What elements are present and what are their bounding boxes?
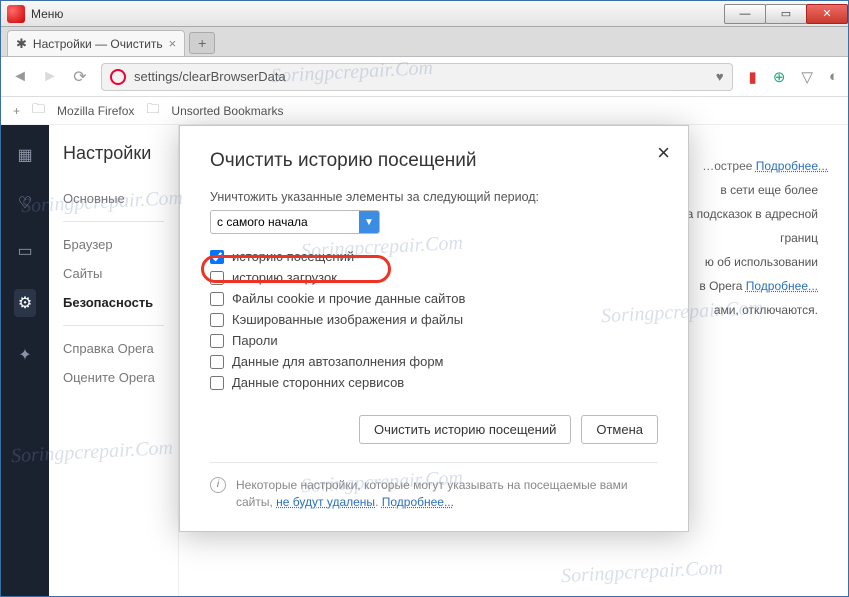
shield-icon[interactable]: ▽ bbox=[801, 68, 813, 86]
sidebar-item-security[interactable]: Безопасность bbox=[63, 288, 164, 317]
chk-passwords[interactable] bbox=[210, 334, 224, 348]
more-link[interactable]: Подробнее... bbox=[756, 159, 828, 173]
chevron-down-icon: ▼ bbox=[359, 211, 379, 233]
chk-history[interactable] bbox=[210, 250, 224, 264]
opera-o-icon bbox=[110, 69, 126, 85]
speed-dial-icon[interactable]: ▦ bbox=[17, 145, 32, 165]
sidebar-item-browser[interactable]: Браузер bbox=[63, 230, 164, 259]
window-titlebar: Меню — ▭ ✕ bbox=[1, 1, 848, 27]
sidebar-item-sites[interactable]: Сайты bbox=[63, 259, 164, 288]
info-icon: i bbox=[210, 477, 226, 493]
dialog-close-icon[interactable]: × bbox=[657, 140, 670, 166]
url-text: settings/clearBrowserData bbox=[134, 69, 286, 84]
extensions-icon[interactable]: ✦ bbox=[18, 345, 31, 365]
settings-sidebar: Настройки Основные Браузер Сайты Безопас… bbox=[49, 125, 179, 596]
chk-label: Кэшированные изображения и файлы bbox=[232, 312, 463, 327]
chk-label: Файлы cookie и прочие данные сайтов bbox=[232, 291, 465, 306]
chk-thirdparty[interactable] bbox=[210, 376, 224, 390]
folder-icon: 🗀 bbox=[146, 100, 159, 122]
chk-label: Пароли bbox=[232, 333, 278, 348]
sidebar-item-help[interactable]: Справка Opera bbox=[63, 334, 164, 363]
forward-icon[interactable]: ► bbox=[41, 68, 59, 86]
settings-rail-icon[interactable]: ⚙ bbox=[14, 289, 36, 317]
chk-cache[interactable] bbox=[210, 313, 224, 327]
sidebar-title: Настройки bbox=[63, 143, 164, 164]
more-link[interactable]: Подробнее... bbox=[746, 279, 818, 293]
opera-logo-icon bbox=[7, 5, 25, 23]
vpn-globe-icon[interactable]: ⊕ bbox=[773, 68, 786, 86]
back-icon[interactable]: ◄ bbox=[11, 68, 29, 86]
bookmark-folder[interactable]: Mozilla Firefox bbox=[57, 104, 134, 118]
dialog-title: Очистить историю посещений bbox=[210, 150, 658, 172]
chk-downloads[interactable] bbox=[210, 271, 224, 285]
reload-icon[interactable]: ⟳ bbox=[71, 67, 89, 87]
left-icon-rail: ▦ ♡ ▭ ⚙ ✦ bbox=[1, 125, 49, 596]
adblock-icon[interactable]: ▮ bbox=[749, 68, 757, 86]
heart-icon[interactable]: ♥ bbox=[716, 69, 724, 84]
new-tab-button[interactable]: + bbox=[189, 32, 215, 54]
sidebar-item-basic[interactable]: Основные bbox=[63, 184, 164, 213]
heart-rail-icon[interactable]: ♡ bbox=[18, 193, 32, 213]
url-field[interactable]: settings/clearBrowserData ♥ bbox=[101, 63, 733, 91]
chk-label: Данные сторонних сервисов bbox=[232, 375, 404, 390]
window-close-button[interactable]: ✕ bbox=[806, 4, 848, 24]
add-bookmark-icon[interactable]: + bbox=[13, 104, 20, 118]
chk-label: историю посещений bbox=[232, 249, 354, 264]
maximize-button[interactable]: ▭ bbox=[765, 4, 807, 24]
clear-data-dialog: × Очистить историю посещений Уничтожить … bbox=[179, 125, 689, 532]
tab-strip: ✱ Настройки — Очистить × + bbox=[1, 27, 848, 57]
bookmark-folder[interactable]: Unsorted Bookmarks bbox=[171, 104, 283, 118]
cancel-button[interactable]: Отмена bbox=[581, 415, 658, 444]
minimize-button[interactable]: — bbox=[724, 4, 766, 24]
tab-title: Настройки — Очистить bbox=[33, 37, 163, 51]
bookmarks-bar: + 🗀 Mozilla Firefox 🗀 Unsorted Bookmarks bbox=[1, 97, 848, 125]
chk-label: Данные для автозаполнения форм bbox=[232, 354, 444, 369]
period-value: с самого начала bbox=[217, 215, 308, 229]
period-select[interactable]: с самого начала ▼ bbox=[210, 210, 380, 234]
news-icon[interactable]: ▭ bbox=[17, 241, 32, 261]
address-bar: ◄ ► ⟳ settings/clearBrowserData ♥ ▮ ⊕ ▽ … bbox=[1, 57, 848, 97]
clear-button[interactable]: Очистить историю посещений bbox=[359, 415, 571, 444]
chk-label: историю загрузок bbox=[232, 270, 337, 285]
chk-autofill[interactable] bbox=[210, 355, 224, 369]
tab-close-icon[interactable]: × bbox=[169, 36, 177, 51]
power-icon[interactable]: ◐ bbox=[829, 68, 838, 85]
note-more-link[interactable]: Подробнее... bbox=[382, 495, 454, 509]
menu-button[interactable]: Меню bbox=[31, 7, 63, 21]
dialog-subtitle: Уничтожить указанные элементы за следующ… bbox=[210, 190, 658, 204]
folder-icon: 🗀 bbox=[32, 100, 45, 122]
chk-cookies[interactable] bbox=[210, 292, 224, 306]
sidebar-item-rate[interactable]: Оцените Opera bbox=[63, 363, 164, 392]
note-link[interactable]: не будут удалены bbox=[276, 495, 375, 509]
gear-icon: ✱ bbox=[16, 36, 27, 52]
dialog-footer-note: i Некоторые настройки, которые могут ука… bbox=[210, 462, 658, 511]
tab-settings[interactable]: ✱ Настройки — Очистить × bbox=[7, 30, 185, 56]
